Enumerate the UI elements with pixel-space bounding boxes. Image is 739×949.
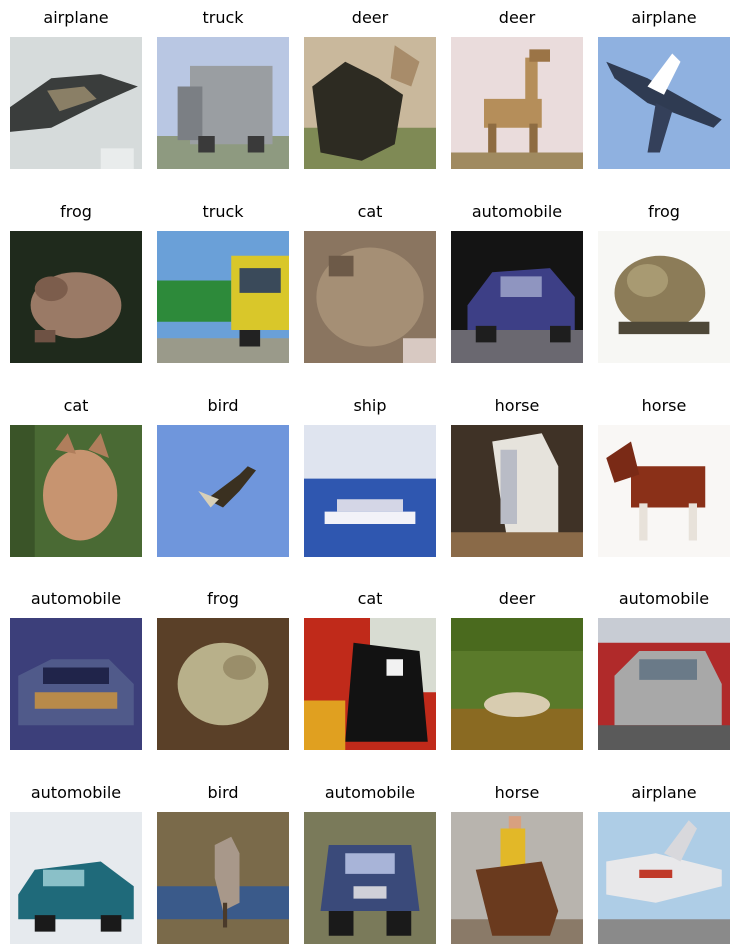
thumbnail-image [598,231,730,363]
image-cell: frog [10,194,142,364]
image-cell: frog [598,194,730,364]
image-cell: bird [157,388,289,558]
thumbnail-image [157,425,289,557]
image-cell: bird [157,775,289,945]
image-cell: deer [451,0,583,170]
thumbnail-image [10,231,142,363]
thumbnail-image [598,425,730,557]
image-cell: cat [304,194,436,364]
image-cell: automobile [451,194,583,364]
image-cell: cat [10,388,142,558]
image-cell: airplane [598,775,730,945]
thumbnail-image [10,812,142,944]
image-label: automobile [618,589,710,608]
image-label: frog [648,202,680,221]
thumbnail-image [157,618,289,750]
image-label: horse [641,396,687,415]
image-cell: automobile [10,775,142,945]
image-cell: horse [451,775,583,945]
thumbnail-image [304,812,436,944]
image-cell: cat [304,581,436,751]
thumbnail-image [304,425,436,557]
image-cell: frog [157,581,289,751]
image-cell: truck [157,194,289,364]
image-label: airplane [631,783,697,802]
thumbnail-image [451,425,583,557]
image-cell: deer [304,0,436,170]
image-cell: horse [598,388,730,558]
thumbnail-image [10,37,142,169]
image-cell: deer [451,581,583,751]
image-cell: horse [451,388,583,558]
thumbnail-image [598,37,730,169]
thumbnail-image [451,812,583,944]
thumbnail-image [304,37,436,169]
thumbnail-image [451,37,583,169]
image-cell: airplane [10,0,142,170]
image-cell: ship [304,388,436,558]
image-label: airplane [631,8,697,27]
image-cell: automobile [304,775,436,945]
thumbnail-image [10,618,142,750]
thumbnail-image [304,231,436,363]
thumbnail-image [157,812,289,944]
image-cell: automobile [598,581,730,751]
thumbnail-image [451,618,583,750]
thumbnail-image [10,425,142,557]
thumbnail-image [598,812,730,944]
thumbnail-image [451,231,583,363]
image-grid: airplane truck deer deer airplane frog t… [0,0,739,949]
image-cell: truck [157,0,289,170]
thumbnail-image [598,618,730,750]
image-cell: automobile [10,581,142,751]
thumbnail-image [157,37,289,169]
thumbnail-image [304,618,436,750]
thumbnail-image [157,231,289,363]
image-cell: airplane [598,0,730,170]
